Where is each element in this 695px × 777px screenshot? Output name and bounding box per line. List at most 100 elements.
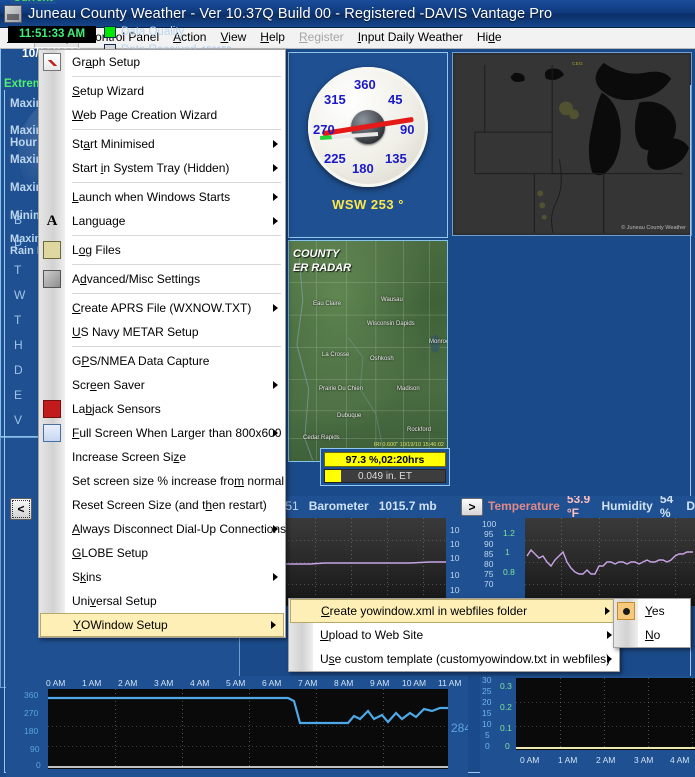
svg-text:CEG: CEG <box>572 61 583 67</box>
menu-item-label: Launch when Windows Starts <box>72 190 231 204</box>
menu-item-graph-setup[interactable]: Graph Setup <box>39 50 285 74</box>
barometer-plot <box>280 518 446 606</box>
chevron-right-icon <box>273 381 278 389</box>
menu-item-language[interactable]: A Language <box>39 209 285 233</box>
submenu-item-create-yowindow-xml[interactable]: Create yowindow.xml in webfiles folder <box>290 599 618 623</box>
menu-item-increase-screen-size[interactable]: Increase Screen Size <box>39 445 285 469</box>
menu-item-label: Skins <box>72 570 102 584</box>
menu-help[interactable]: Help <box>253 28 292 48</box>
menu-item-yowindow-setup[interactable]: YOWindow Setup <box>40 613 284 637</box>
submenu-item-upload-to-web-site[interactable]: Upload to Web Site <box>289 623 619 647</box>
chevron-right-icon <box>273 429 278 437</box>
menu-separator <box>72 264 281 265</box>
wind-direction-current-value: 284° <box>451 721 468 735</box>
menu-item-log-files[interactable]: Log Files <box>39 238 285 262</box>
menu-item-web-page-creation-wizard[interactable]: Web Page Creation Wizard <box>39 103 285 127</box>
scroll-left-button[interactable]: < <box>10 498 32 520</box>
chart-icon <box>43 53 61 71</box>
menu-item-advanced-misc-settings[interactable]: Advanced/Misc Settings <box>39 267 285 291</box>
menu-item-full-screen-when-larger[interactable]: Full Screen When Larger than 800x600 <box>39 421 285 445</box>
window-title: Juneau County Weather - Ver 10.37Q Build… <box>28 5 553 22</box>
menu-register: Register <box>298 30 344 44</box>
submenu-item-label: Use custom template (customyowindow.txt … <box>320 652 611 666</box>
submenu-item-label: Yes <box>645 604 665 618</box>
yowindow-submenu-rows: Create yowindow.xml in webfiles folder U… <box>289 599 619 671</box>
menu-item-label: Setup Wizard <box>72 84 145 98</box>
temperature-value: 53.9 °F <box>566 496 591 520</box>
menu-item-us-navy-metar-setup[interactable]: US Navy METAR Setup <box>39 320 285 344</box>
chevron-right-icon <box>273 573 278 581</box>
menu-separator <box>72 235 281 236</box>
submenu-item-label: Create yowindow.xml in webfiles folder <box>321 604 528 618</box>
menu-item-gps-nmea-data-capture[interactable]: GPS/NMEA Data Capture <box>39 349 285 373</box>
submenu-item-yes[interactable]: Yes <box>614 599 690 623</box>
menu-item-screen-saver[interactable]: Screen Saver <box>39 373 285 397</box>
menu-item-label: GLOBE Setup <box>72 546 149 560</box>
menu-item-skins[interactable]: Skins <box>39 565 285 589</box>
menu-item-label: Full Screen When Larger than 800x600 <box>72 426 282 440</box>
fullscreen-icon <box>43 424 61 442</box>
setup-dropdown-menu: Graph Setup Setup Wizard Web Page Creati… <box>38 49 286 638</box>
menu-item-labjack-sensors[interactable]: Labjack Sensors <box>39 397 285 421</box>
application-window: Juneau County Weather - Ver 10.37Q Build… <box>0 0 695 777</box>
chevron-right-icon <box>607 631 612 639</box>
menu-item-label: Web Page Creation Wizard <box>72 108 218 122</box>
menu-item-universal-setup[interactable]: Universal Setup <box>39 589 285 613</box>
menu-item-launch-when-windows-starts[interactable]: Launch when Windows Starts <box>39 185 285 209</box>
menu-item-always-disconnect-dialup[interactable]: Always Disconnect Dial-Up Connections <box>39 517 287 541</box>
submenu-item-use-custom-template[interactable]: Use custom template (customyowindow.txt … <box>289 647 619 671</box>
menu-input-daily-weather[interactable]: Input Daily Weather <box>351 28 470 48</box>
menu-item-start-in-system-tray[interactable]: Start in System Tray (Hidden) <box>39 156 285 180</box>
setup-menu-rows: Graph Setup Setup Wizard Web Page Creati… <box>39 50 287 637</box>
humidity-value: 54 % <box>659 496 674 520</box>
font-A-icon: A <box>46 213 58 229</box>
chevron-right-icon <box>271 621 276 629</box>
humidity-plot <box>525 518 695 606</box>
menu-item-label: Universal Setup <box>72 594 157 608</box>
chevron-right-icon <box>273 140 278 148</box>
menu-item-label: Always Disconnect Dial-Up Connections <box>72 522 287 536</box>
title-bar: Juneau County Weather - Ver 10.37Q Build… <box>0 0 695 28</box>
menu-item-label: Increase Screen Size <box>72 450 187 464</box>
menu-item-set-screen-size-percent[interactable]: Set screen size % increase from normal <box>39 469 285 493</box>
menu-item-create-aprs-file[interactable]: Create APRS File (WXNOW.TXT) <box>39 296 285 320</box>
menu-item-label: Log Files <box>72 243 121 257</box>
wind-direction-line <box>48 696 448 768</box>
advanced-settings-icon <box>43 270 61 288</box>
chevron-right-icon <box>273 193 278 201</box>
menu-item-globe-setup[interactable]: GLOBE Setup <box>39 541 285 565</box>
chevron-right-icon <box>273 525 278 533</box>
yesno-submenu: Yes No <box>613 598 691 648</box>
menu-item-label: Graph Setup <box>72 55 141 69</box>
menu-hide[interactable]: Hide <box>470 28 509 48</box>
menu-separator <box>72 129 281 130</box>
menu-item-setup-wizard[interactable]: Setup Wizard <box>39 79 285 103</box>
menu-item-label: Reset Screen Size (and then restart) <box>72 498 267 512</box>
menu-item-label: Create APRS File (WXNOW.TXT) <box>72 301 252 315</box>
radio-checked-icon <box>617 602 635 620</box>
menu-item-label: YOWindow Setup <box>73 618 168 632</box>
menu-item-reset-screen-size[interactable]: Reset Screen Size (and then restart) <box>39 493 285 517</box>
menu-item-label: GPS/NMEA Data Capture <box>72 354 210 368</box>
submenu-item-no[interactable]: No <box>614 623 690 647</box>
chevron-right-icon <box>607 655 612 663</box>
menu-item-label: Language <box>72 214 126 228</box>
app-icon <box>4 4 22 23</box>
menu-separator <box>72 76 281 77</box>
menu-item-label: Advanced/Misc Settings <box>72 272 201 286</box>
labjack-icon <box>43 400 61 418</box>
menu-separator <box>72 346 281 347</box>
barometer-chart-strip: :51 Barometer 1015.7 mb 1025 1020 1015 1… <box>280 496 480 606</box>
menu-item-label: Start Minimised <box>72 137 155 151</box>
humidity-label: Humidity <box>601 499 653 513</box>
barometer-value: 1015.7 mb <box>378 499 437 513</box>
current-conditions-legend: Current <box>10 0 56 4</box>
yesno-submenu-rows: Yes No <box>614 599 690 647</box>
submenu-item-label: Upload to Web Site <box>320 628 424 642</box>
temp-humidity-header: Temperature 53.9 °F Humidity 54 % D <box>460 496 695 520</box>
menu-item-start-minimised[interactable]: Start Minimised <box>39 132 285 156</box>
menu-separator <box>72 182 281 183</box>
chevron-right-icon <box>273 164 278 172</box>
chevron-right-icon <box>273 217 278 225</box>
log-files-icon <box>43 241 61 259</box>
